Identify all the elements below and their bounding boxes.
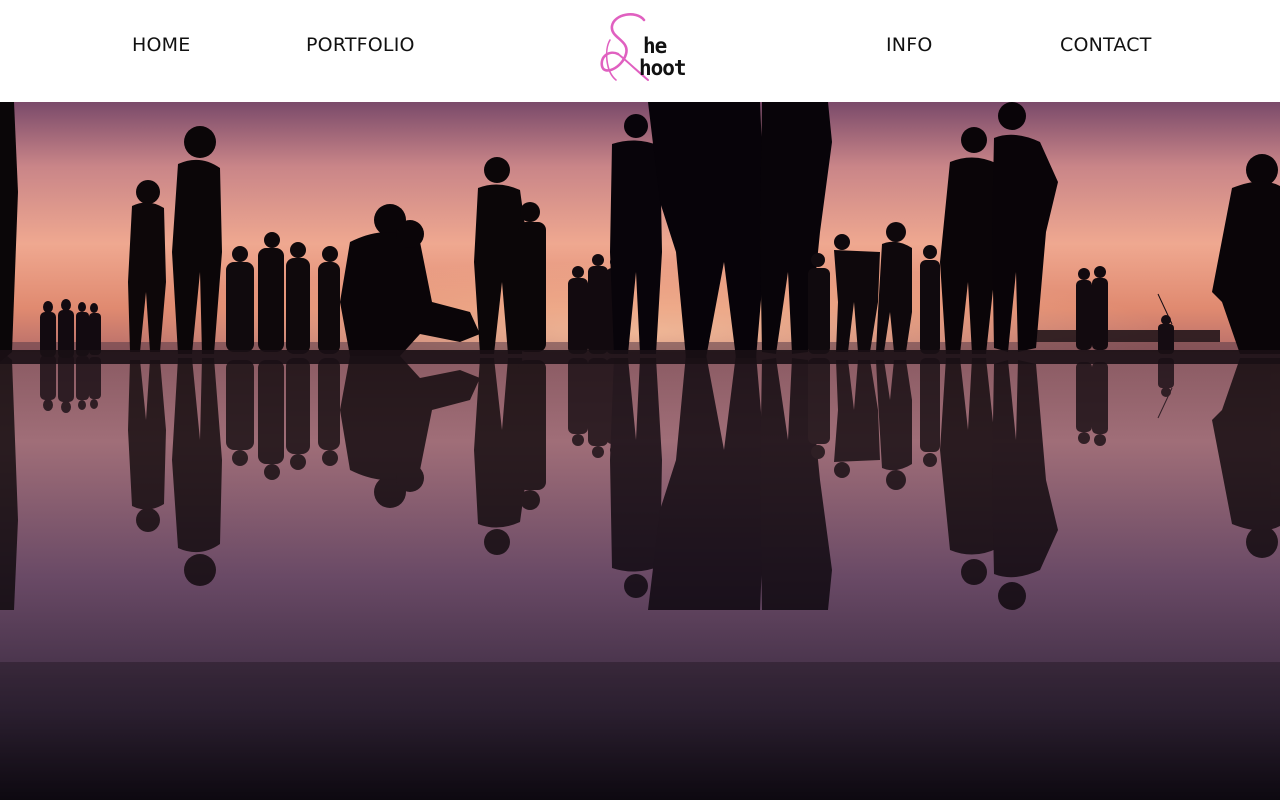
site-logo[interactable]: he hoot (596, 10, 688, 90)
logo-word-he: he (643, 34, 667, 58)
hero-image (0, 102, 1280, 800)
sunset-crowd-reflection-photo-icon (0, 102, 1280, 800)
nav-info-link[interactable]: INFO (886, 34, 933, 56)
site-header: HOME PORTFOLIO he hoot INFO CONTACT (0, 0, 1280, 102)
nav-portfolio-link[interactable]: PORTFOLIO (306, 34, 415, 56)
logo-word-hoot: hoot (639, 56, 687, 80)
nav-contact-link[interactable]: CONTACT (1060, 34, 1152, 56)
nav-home-link[interactable]: HOME (132, 34, 190, 56)
